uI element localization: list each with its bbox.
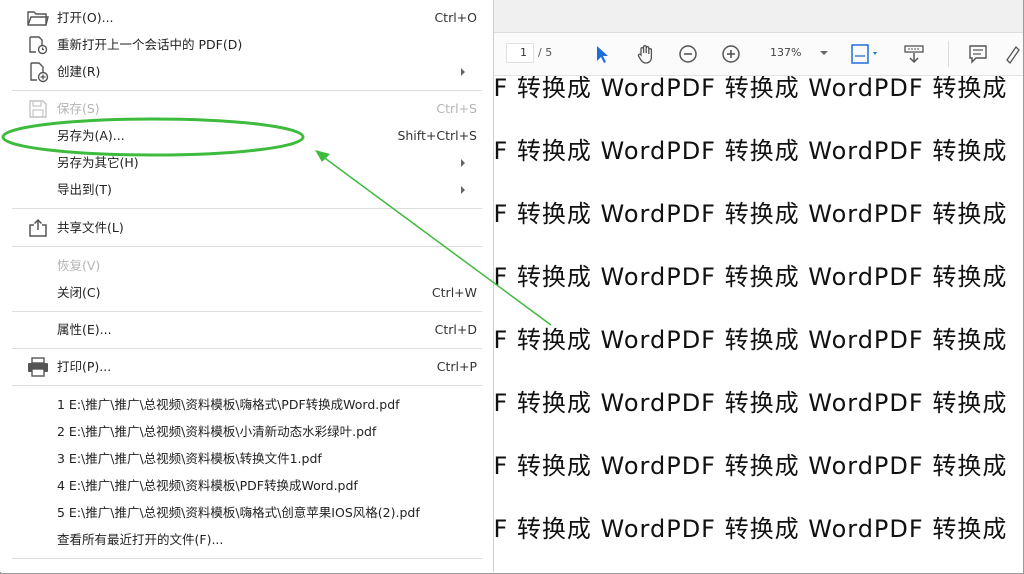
menu-shortcut: Ctrl+S [436, 101, 477, 116]
create-document-icon [26, 60, 50, 84]
comment-icon [969, 45, 987, 64]
fit-page-button[interactable] [848, 42, 880, 66]
submenu-arrow-icon [461, 159, 465, 167]
menu-divider [12, 246, 482, 247]
pdf-text-line: DF 转换成 WordPDF 转换成 WordPDF 转换成 [494, 515, 1008, 543]
menu-shortcut: Shift+Ctrl+S [397, 128, 477, 143]
scroll-mode-button[interactable] [902, 42, 926, 66]
zoom-level-value: 137% [770, 46, 802, 59]
pdf-page: DF 转换成 WordPDF 转换成 WordPDF 转换成 DF 转换成 Wo… [494, 76, 1023, 573]
recent-file-label: 1 E:\推广\推广\总视频\资料模板\嗨格式\PDF转换成Word.pdf [57, 397, 400, 412]
menu-item-save-as-other[interactable]: 另存为其它(H) [0, 150, 493, 176]
menu-item-save-as[interactable]: 另存为(A)... Shift+Ctrl+S [0, 123, 493, 149]
menu-label: 属性(E)... [57, 322, 112, 337]
menu-divider [12, 311, 482, 312]
recent-file-label: 4 E:\推广\推广\总视频\资料模板\PDF转换成Word.pdf [57, 478, 358, 493]
reopen-session-icon [26, 33, 50, 57]
zoom-out-icon [679, 45, 697, 63]
pdf-text-line: DF 转换成 WordPDF 转换成 WordPDF 转换成 [494, 452, 1008, 480]
pdf-text-line: DF 转换成 WordPDF 转换成 WordPDF 转换成 [494, 76, 1008, 102]
select-tool-button[interactable] [590, 42, 614, 66]
file-menu: 打开(O)... Ctrl+O 重新打开上一个会话中的 PDF(D) 创建(R)… [0, 0, 494, 572]
menu-label: 打开(O)... [57, 10, 114, 25]
menu-item-properties[interactable]: 属性(E)... Ctrl+D [0, 317, 493, 343]
page-number-input[interactable]: 1 [506, 43, 534, 63]
scroll-download-icon [904, 45, 924, 64]
submenu-arrow-icon [461, 68, 465, 76]
pen-icon [1006, 45, 1020, 65]
recent-file-item[interactable]: 4 E:\推广\推广\总视频\资料模板\PDF转换成Word.pdf [0, 473, 493, 499]
recent-file-label: 3 E:\推广\推广\总视频\资料模板\转换文件1.pdf [57, 451, 322, 466]
menu-label: 创建(R) [57, 64, 101, 79]
zoom-level-dropdown[interactable]: 137% [762, 43, 828, 63]
zoom-in-button[interactable] [719, 42, 743, 66]
menu-item-save[interactable]: 保存(S) Ctrl+S [0, 96, 493, 122]
highlight-button[interactable] [1002, 42, 1022, 66]
pdf-text-line: DF 转换成 WordPDF 转换成 WordPDF 转换成 [494, 326, 1008, 354]
menu-label: 保存(S) [57, 101, 100, 116]
share-upload-icon [26, 216, 50, 240]
menu-divider [12, 90, 482, 91]
pdf-text-line: DF 转换成 WordPDF 转换成 WordPDF 转换成 [494, 200, 1008, 228]
menu-item-revert[interactable]: 恢复(V) [0, 253, 493, 279]
recent-file-item[interactable]: 1 E:\推广\推广\总视频\资料模板\嗨格式\PDF转换成Word.pdf [0, 392, 493, 418]
toolbar-divider [948, 41, 949, 67]
menu-label: 另存为(A)... [57, 128, 125, 143]
folder-open-icon [26, 6, 50, 30]
submenu-arrow-icon [461, 186, 465, 194]
save-disk-icon [26, 97, 50, 121]
pdf-toolbar: 1 / 5 137% [494, 33, 1023, 76]
menu-divider [12, 348, 482, 349]
menu-label: 共享文件(L) [57, 220, 124, 235]
menu-label: 打印(P)... [57, 359, 112, 374]
comment-button[interactable] [966, 42, 990, 66]
chevron-down-icon [820, 51, 828, 55]
menu-label: 恢复(V) [57, 258, 101, 273]
pdf-text-line: DF 转换成 WordPDF 转换成 WordPDF 转换成 [494, 389, 1008, 417]
menu-divider [12, 558, 482, 559]
menu-label: 关闭(C) [57, 285, 101, 300]
menu-divider [12, 385, 482, 386]
menu-shortcut: Ctrl+W [431, 285, 477, 300]
pdf-text-line: DF 转换成 WordPDF 转换成 WordPDF 转换成 [494, 137, 1008, 165]
menu-label: 查看所有最近打开的文件(F)... [57, 532, 224, 547]
recent-file-label: 5 E:\推广\推广\总视频\资料模板\嗨格式\创意苹果IOS风格(2).pdf [57, 505, 420, 520]
menu-item-view-all-recent[interactable]: 查看所有最近打开的文件(F)... [0, 527, 493, 553]
menu-item-reopen[interactable]: 重新打开上一个会话中的 PDF(D) [0, 32, 493, 58]
document-tab-strip [494, 0, 1023, 33]
menu-item-create[interactable]: 创建(R) [0, 59, 493, 85]
recent-file-item[interactable]: 2 E:\推广\推广\总视频\资料模板\小清新动态水彩绿叶.pdf [0, 419, 493, 445]
recent-file-item[interactable]: 3 E:\推广\推广\总视频\资料模板\转换文件1.pdf [0, 446, 493, 472]
recent-file-label: 2 E:\推广\推广\总视频\资料模板\小清新动态水彩绿叶.pdf [57, 424, 377, 439]
menu-item-print[interactable]: 打印(P)... Ctrl+P [0, 354, 493, 380]
menu-label: 重新打开上一个会话中的 PDF(D) [57, 37, 243, 52]
hand-tool-button[interactable] [634, 42, 658, 66]
zoom-out-button[interactable] [676, 42, 700, 66]
menu-label: 导出到(T) [57, 182, 112, 197]
pdf-text-line: DF 转换成 WordPDF 转换成 WordPDF 转换成 [494, 263, 1008, 291]
menu-item-close[interactable]: 关闭(C) Ctrl+W [0, 280, 493, 306]
recent-file-item[interactable]: 5 E:\推广\推广\总视频\资料模板\嗨格式\创意苹果IOS风格(2).pdf [0, 500, 493, 526]
fit-width-icon [851, 44, 877, 64]
menu-shortcut: Ctrl+D [434, 322, 477, 337]
zoom-in-icon [722, 45, 740, 63]
printer-icon [26, 355, 50, 379]
menu-item-export-to[interactable]: 导出到(T) [0, 177, 493, 203]
menu-shortcut: Ctrl+P [436, 359, 477, 374]
menu-shortcut: Ctrl+O [434, 10, 477, 25]
menu-label: 另存为其它(H) [57, 155, 139, 170]
hand-icon [637, 45, 653, 64]
page-total: / 5 [538, 46, 553, 59]
cursor-arrow-icon [597, 46, 608, 63]
menu-item-open[interactable]: 打开(O)... Ctrl+O [0, 5, 493, 31]
menu-item-share[interactable]: 共享文件(L) [0, 215, 493, 241]
menu-divider [12, 208, 482, 209]
